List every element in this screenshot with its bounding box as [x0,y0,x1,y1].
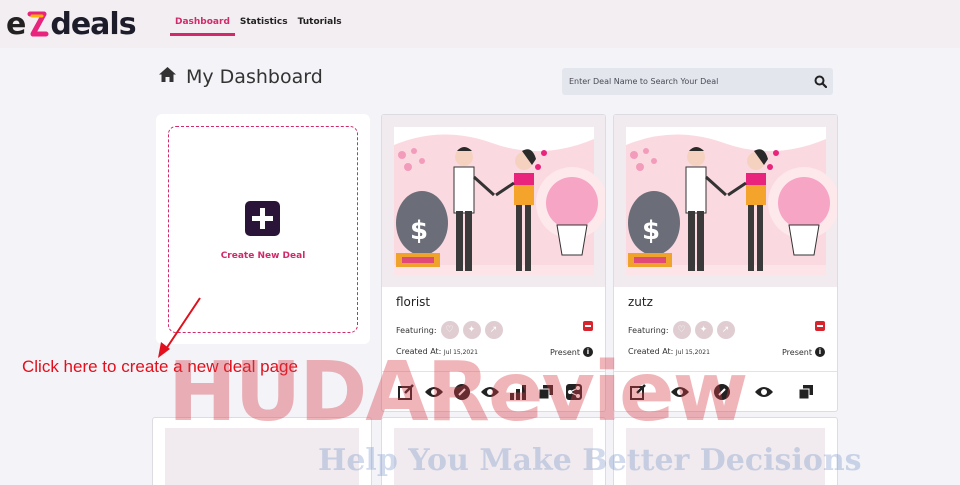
fire-icon[interactable]: ✦ [462,321,481,339]
featuring-label: Featuring: [396,325,437,335]
remove-icon[interactable] [583,321,593,331]
main-nav: Dashboard Statistics Tutorials [170,0,347,48]
trend-icon[interactable]: ↗ [716,321,735,339]
nav-dashboard[interactable]: Dashboard [170,0,235,36]
featuring-row: Featuring: ♡ ✦ ↗ [396,321,503,339]
featuring-label: Featuring: [628,325,669,335]
featuring-row: Featuring: ♡ ✦ ↗ [628,321,735,339]
watermark-main: HUDAReview [168,345,748,440]
watermark-subtitle: Help You Make Better Decisions [318,443,862,478]
heart-icon[interactable]: ♡ [440,321,459,339]
deal-illustration: $ [626,127,837,275]
deal-name: florist [396,295,431,309]
svg-text:$: $ [410,216,428,246]
deal-name: zutz [628,295,653,309]
deal-illustration: $ [394,127,605,275]
status-label: Present [781,347,812,357]
heart-icon[interactable]: ♡ [672,321,691,339]
fire-icon[interactable]: ✦ [694,321,713,339]
logo-text: deals [50,6,136,42]
status-indicator: Present i [782,347,825,357]
nav-statistics[interactable]: Statistics [235,0,293,36]
search-input[interactable] [562,68,802,95]
search-icon[interactable] [814,75,828,89]
logo-mark-icon [27,9,49,39]
remove-icon[interactable] [815,321,825,331]
create-deal-label: Create New Deal [220,251,306,261]
preview-eye-icon[interactable] [752,380,776,404]
page-title: My Dashboard [186,66,323,88]
info-icon[interactable]: i [815,347,825,357]
svg-text:$: $ [642,216,660,246]
page-header: My Dashboard [158,66,323,88]
trend-icon[interactable]: ↗ [484,321,503,339]
logo-prefix: e [6,6,27,42]
app-logo[interactable]: e deals [6,6,137,42]
nav-tutorials[interactable]: Tutorials [293,0,347,36]
deal-search [562,68,833,95]
deal-thumbnail[interactable]: $ [382,115,605,287]
copy-icon[interactable] [794,380,818,404]
plus-icon [245,201,280,236]
top-navbar: e deals Dashboard Statistics Tutorials [0,0,960,48]
deal-thumbnail[interactable]: $ [614,115,837,287]
home-icon [158,66,177,88]
